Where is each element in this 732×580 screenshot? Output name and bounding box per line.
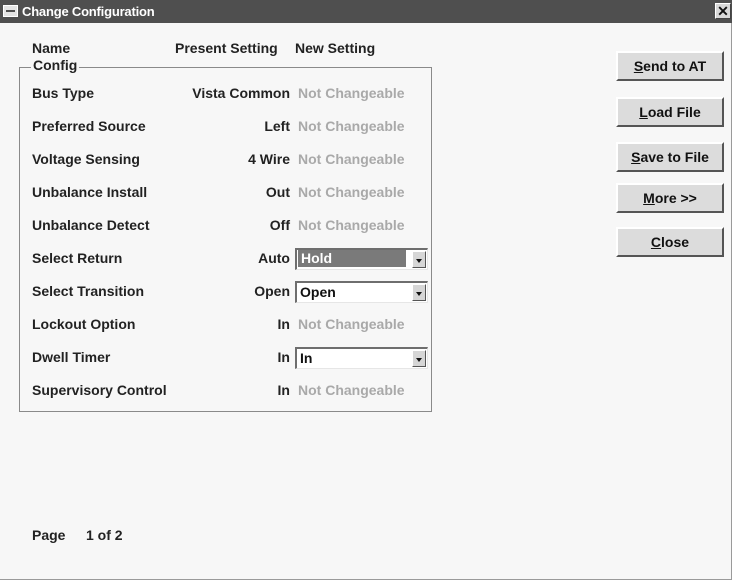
button-label: ave to File [640, 149, 709, 165]
more-button[interactable]: More >> [616, 183, 724, 213]
table-row: Voltage Sensing 4 Wire Not Changeable [0, 149, 440, 169]
page-label: Page [32, 527, 66, 543]
change-configuration-dialog: Change Configuration ✕ Name Present Sett… [0, 0, 732, 580]
button-label: ore >> [654, 190, 697, 206]
row-name: Unbalance Detect [32, 217, 150, 233]
row-new-setting: Not Changeable [298, 151, 405, 167]
chevron-down-icon[interactable] [412, 350, 426, 367]
row-present-setting: Off [269, 217, 290, 233]
row-present-setting: In [277, 316, 290, 332]
button-mnemonic: S [633, 58, 644, 74]
row-new-setting: Not Changeable [298, 316, 405, 332]
table-row: Preferred Source Left Not Changeable [0, 116, 440, 136]
button-label: lose [661, 234, 690, 250]
button-label: end to AT [643, 58, 707, 74]
row-present-setting: Open [254, 283, 290, 299]
window-menu-icon[interactable] [3, 5, 18, 17]
table-row: Unbalance Install Out Not Changeable [0, 182, 440, 202]
dropdown-value: Open [300, 284, 336, 300]
row-present-setting: Out [265, 184, 290, 200]
button-mnemonic: C [650, 234, 662, 250]
dwell-timer-dropdown[interactable]: In [295, 347, 428, 369]
chevron-down-icon[interactable] [412, 284, 426, 301]
row-name: Preferred Source [32, 118, 146, 134]
row-name: Supervisory Control [32, 382, 167, 398]
row-present-setting: Left [264, 118, 290, 134]
row-name: Select Transition [32, 283, 145, 299]
row-new-setting: Not Changeable [298, 382, 405, 398]
select-return-dropdown[interactable]: Hold [295, 248, 428, 270]
save-to-file-button[interactable]: Save to File [616, 142, 724, 172]
row-present-setting: Vista Common [192, 85, 290, 101]
button-mnemonic: L [639, 104, 648, 120]
table-row: Dwell Timer In In [0, 347, 440, 369]
table-row: Select Transition Open Open [0, 281, 440, 303]
load-file-button[interactable]: Load File [616, 97, 724, 127]
select-transition-dropdown[interactable]: Open [295, 281, 428, 303]
table-row: Bus Type Vista Common Not Changeable [0, 83, 440, 103]
column-header-name: Name [32, 40, 71, 56]
window-title: Change Configuration [22, 4, 155, 19]
row-new-setting: Not Changeable [298, 217, 405, 233]
dropdown-value: In [300, 350, 313, 366]
row-present-setting: In [277, 382, 290, 398]
table-row: Lockout Option In Not Changeable [0, 314, 440, 334]
button-mnemonic: M [643, 190, 655, 206]
page-indicator: 1 of 2 [86, 527, 123, 543]
config-group-label: Config [31, 57, 80, 73]
row-present-setting: Auto [258, 250, 290, 266]
close-button[interactable]: Close [616, 227, 724, 257]
table-row: Unbalance Detect Off Not Changeable [0, 215, 440, 235]
row-present-setting: In [277, 349, 290, 365]
row-name: Voltage Sensing [32, 151, 140, 167]
row-new-setting: Not Changeable [298, 85, 405, 101]
row-present-setting: 4 Wire [248, 151, 290, 167]
chevron-down-icon[interactable] [412, 251, 426, 268]
row-new-setting: Not Changeable [298, 184, 405, 200]
column-header-present-setting: Present Setting [175, 40, 278, 56]
row-name: Select Return [32, 250, 123, 266]
title-bar: Change Configuration ✕ [0, 0, 732, 23]
dropdown-value: Hold [298, 250, 406, 267]
row-name: Bus Type [32, 85, 94, 101]
row-name: Lockout Option [32, 316, 136, 332]
row-new-setting: Not Changeable [298, 118, 405, 134]
close-icon[interactable]: ✕ [715, 3, 731, 19]
row-name: Unbalance Install [32, 184, 148, 200]
send-to-at-button[interactable]: Send to AT [616, 51, 724, 81]
row-name: Dwell Timer [32, 349, 111, 365]
button-label: oad File [647, 104, 701, 120]
table-row: Select Return Auto Hold [0, 248, 440, 270]
column-header-new-setting: New Setting [295, 40, 376, 56]
table-row: Supervisory Control In Not Changeable [0, 380, 440, 400]
